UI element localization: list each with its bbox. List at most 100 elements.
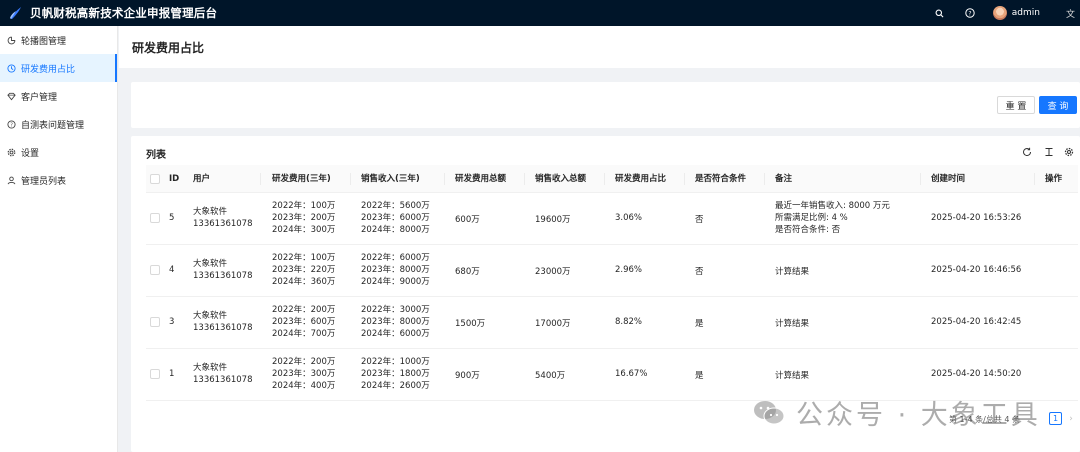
cell-user-name: 大象软件 (193, 207, 228, 217)
column-divider (524, 173, 525, 185)
cell-qualified: 是 (695, 371, 704, 381)
cell-user-name: 大象软件 (193, 259, 228, 269)
sidebar-item-label: 轮播图管理 (21, 36, 67, 47)
question-icon[interactable]: ? (963, 6, 977, 20)
settings-icon[interactable] (1062, 145, 1075, 158)
reload-icon[interactable] (1020, 145, 1033, 158)
app-title: 贝帆财税高新技术企业申报管理后台 (30, 6, 218, 20)
table-row: 5 大象软件 13361361078 2022年：100万 2023年：200万… (146, 193, 1078, 245)
cell-rd-2023: 2023年：220万 (272, 265, 336, 275)
cell-id: 4 (169, 265, 175, 275)
language-icon[interactable]: 文 (1066, 7, 1078, 20)
column-header-sales[interactable]: 销售收入(三年) (361, 165, 420, 193)
cell-remark-line: 计算结果 (775, 319, 810, 329)
column-header-rd[interactable]: 研发费用(三年) (272, 165, 331, 193)
cell-created: 2025-04-20 14:50:20 (931, 369, 1022, 379)
cell-rd-2023: 2023年：600万 (272, 317, 336, 327)
row-checkbox[interactable] (150, 317, 160, 327)
row-checkbox[interactable] (150, 265, 160, 275)
cell-user-name: 大象软件 (193, 363, 228, 373)
column-header-ratio[interactable]: 研发费用占比 (615, 165, 666, 193)
logo-icon (10, 7, 21, 19)
cell-created: 2025-04-20 16:42:45 (931, 317, 1022, 327)
cell-rd-2023: 2023年：200万 (272, 213, 336, 223)
cell-remark-line: 计算结果 (775, 267, 810, 277)
row-checkbox[interactable] (150, 213, 160, 223)
cell-sales-2024: 2024年：8000万 (361, 225, 430, 235)
svg-text:?: ? (10, 122, 13, 128)
column-header-rd-total[interactable]: 研发费用总额 (455, 165, 506, 193)
cell-sales-total: 23000万 (535, 267, 571, 277)
column-divider (444, 173, 445, 185)
table-row: 3 大象软件 13361361078 2022年：200万 2023年：600万… (146, 297, 1078, 349)
column-header-qualified[interactable]: 是否符合条件 (695, 165, 746, 193)
table-row: 4 大象软件 13361361078 2022年：100万 2023年：220万… (146, 245, 1078, 297)
gear-icon (6, 147, 16, 157)
cell-sales-2024: 2024年：6000万 (361, 329, 430, 339)
table-card: 列表 ID 用户 研发费用(三年) 销售收入(三年) 研发费用总额 销售收入总额… (131, 136, 1080, 452)
sidebar-item-admins[interactable]: 管理员列表 (0, 166, 117, 194)
filter-card: 重 置 查 询 (131, 82, 1080, 128)
sidebar-item-customers[interactable]: 客户管理 (0, 82, 117, 110)
row-checkbox[interactable] (150, 369, 160, 379)
column-divider (350, 173, 351, 185)
cell-id: 3 (169, 317, 175, 327)
user-name[interactable]: admin (1012, 8, 1040, 18)
select-all-checkbox[interactable] (150, 174, 160, 184)
cell-id: 5 (169, 213, 175, 223)
sidebar-item-label: 客户管理 (21, 92, 58, 103)
cell-sales-total: 17000万 (535, 319, 571, 329)
reset-button[interactable]: 重 置 (997, 96, 1035, 114)
column-header-created[interactable]: 创建时间 (931, 165, 965, 193)
query-button[interactable]: 查 询 (1039, 96, 1077, 114)
cell-sales-2023: 2023年：6000万 (361, 213, 430, 223)
cell-rd-2023: 2023年：300万 (272, 369, 336, 379)
sidebar-item-self-test[interactable]: ? 自测表问题管理 (0, 110, 117, 138)
cell-qualified: 是 (695, 319, 704, 329)
column-header-actions: 操作 (1045, 174, 1063, 184)
sidebar-item-label: 研发费用占比 (21, 64, 76, 75)
diamond-icon (6, 91, 16, 101)
search-icon[interactable] (933, 6, 947, 20)
pagination-next-button[interactable]: › (1065, 412, 1077, 425)
cell-qualified: 否 (695, 267, 704, 277)
cell-user-phone: 13361361078 (193, 323, 253, 333)
user-icon (6, 175, 16, 185)
cell-rd-total: 600万 (455, 215, 480, 225)
cell-qualified: 否 (695, 215, 704, 225)
cell-ratio: 16.67% (615, 369, 648, 379)
image-icon (6, 35, 16, 45)
cell-rd-total: 1500万 (455, 319, 486, 329)
cell-sales-2024: 2024年：2600万 (361, 381, 430, 391)
pagination-page-1[interactable]: 1 (1049, 412, 1062, 425)
column-divider (764, 173, 765, 185)
table-row: 1 大象软件 13361361078 2022年：200万 2023年：300万… (146, 349, 1078, 401)
column-header-id[interactable]: ID (169, 165, 179, 193)
sidebar-item-settings[interactable]: 设置 (0, 138, 117, 166)
cell-created: 2025-04-20 16:53:26 (931, 213, 1022, 223)
column-header-user[interactable]: 用户 (193, 165, 210, 193)
cell-rd-2022: 2022年：100万 (272, 253, 336, 263)
column-height-icon[interactable] (1042, 145, 1055, 158)
page-header: 研发费用占比 (119, 26, 1080, 68)
page-title: 研发费用占比 (132, 41, 205, 55)
avatar[interactable] (992, 6, 1007, 20)
cell-sales-2023: 2023年：8000万 (361, 265, 430, 275)
svg-text:?: ? (968, 10, 971, 17)
pagination-total: 第 1-4 条/总共 4 条 (949, 415, 1021, 424)
table-header: ID 用户 研发费用(三年) 销售收入(三年) 研发费用总额 销售收入总额 研发… (146, 165, 1078, 193)
cell-user-name: 大象软件 (193, 311, 228, 321)
cell-remark-line: 是否符合条件: 否 (775, 225, 841, 235)
cell-user-phone: 13361361078 (193, 375, 253, 385)
header-actions: ? admin 文 (933, 0, 1080, 26)
cell-id: 1 (169, 369, 175, 379)
column-header-remark[interactable]: 备注 (775, 165, 792, 193)
cell-sales-2024: 2024年：9000万 (361, 277, 430, 287)
cell-rd-2022: 2022年：100万 (272, 201, 336, 211)
sidebar-item-banner[interactable]: 轮播图管理 (0, 26, 117, 54)
sidebar-item-rd-ratio[interactable]: 研发费用占比 (0, 54, 117, 82)
cell-rd-2024: 2024年：700万 (272, 329, 336, 339)
cell-remark-line: 所需满足比例: 4 % (775, 213, 848, 223)
column-header-sales-total[interactable]: 销售收入总额 (535, 165, 586, 193)
cell-sales-2022: 2022年：3000万 (361, 305, 430, 315)
